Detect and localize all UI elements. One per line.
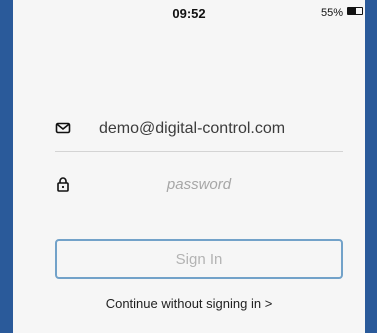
status-time: 09:52: [172, 6, 206, 21]
login-view: 09:52 55% demo@digital-control.com passw…: [13, 0, 365, 333]
email-divider: [55, 151, 343, 152]
continue-without-signing-in-link[interactable]: Continue without signing in >: [13, 296, 365, 311]
email-field[interactable]: demo@digital-control.com: [99, 120, 285, 138]
battery-icon: [347, 7, 363, 15]
envelope-icon: [55, 122, 71, 134]
battery-percent: 55%: [320, 7, 343, 19]
password-row[interactable]: password: [55, 164, 343, 208]
battery-level-fill: [348, 8, 356, 14]
app-screen: 09:52 55% demo@digital-control.com passw…: [0, 0, 377, 333]
email-row[interactable]: demo@digital-control.com: [55, 108, 343, 152]
sign-in-button[interactable]: Sign In: [55, 239, 343, 279]
password-field[interactable]: password: [55, 176, 343, 193]
status-bar: 09:52 55%: [13, 0, 365, 26]
